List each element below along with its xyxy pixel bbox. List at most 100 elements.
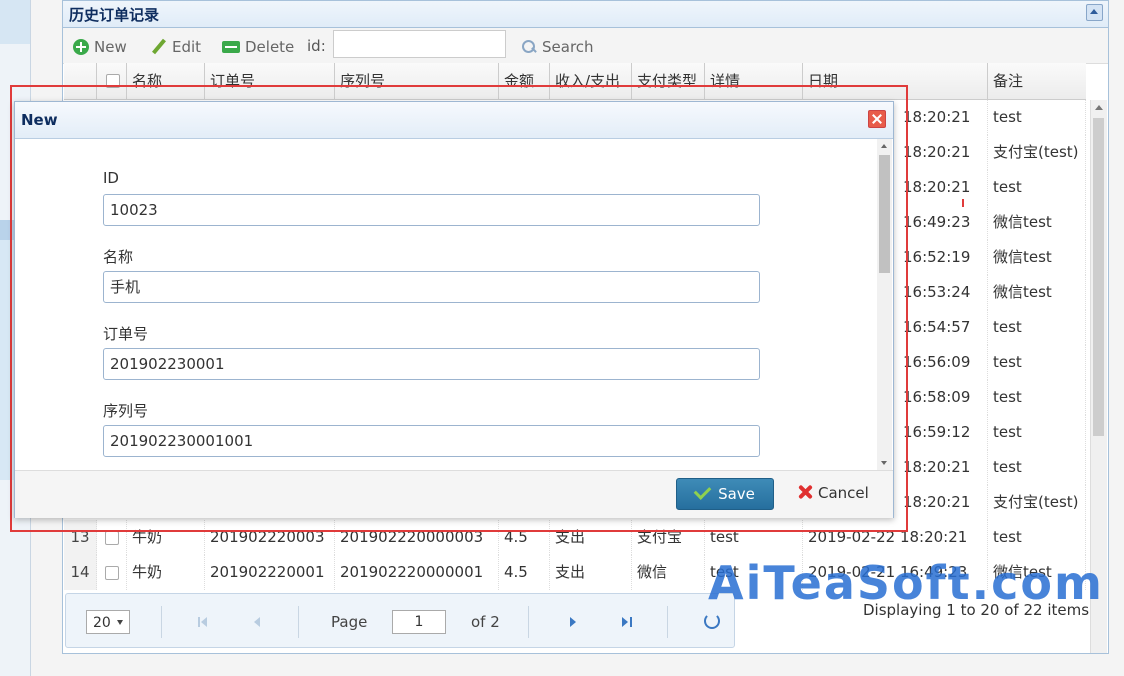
- last-page-bar: [630, 617, 632, 627]
- order-field-label: 订单号: [103, 325, 149, 343]
- id-field[interactable]: 10023: [103, 194, 760, 226]
- id-search-input[interactable]: [333, 30, 506, 58]
- order-cell: 201902220001: [205, 555, 335, 590]
- id-label: id:: [307, 37, 326, 55]
- last-page-button[interactable]: [619, 614, 635, 630]
- pager-separator: [161, 606, 162, 638]
- first-page-button[interactable]: [196, 614, 212, 630]
- time-cell: 18:20:21: [898, 450, 988, 485]
- pencil-icon: [151, 39, 167, 55]
- pay-type-cell: 微信: [632, 555, 705, 590]
- scroll-down-icon[interactable]: [881, 461, 887, 465]
- pager-separator: [667, 606, 668, 638]
- pager-separator: [298, 606, 299, 638]
- page-size-value: 20: [93, 615, 111, 631]
- time-cell: 16:59:12: [898, 415, 988, 450]
- first-page-icon: [198, 617, 200, 627]
- time-cell: 16:49:23: [898, 205, 988, 240]
- edit-label: Edit: [172, 38, 202, 56]
- scroll-up-icon[interactable]: [881, 144, 887, 148]
- toolbar: New Edit Delete Search: [63, 28, 1108, 64]
- time-cell: 16:52:19: [898, 240, 988, 275]
- cancel-label: Cancel: [818, 484, 869, 502]
- prev-page-button[interactable]: [250, 614, 266, 630]
- time-cell: 16:56:09: [898, 345, 988, 380]
- note-cell: test: [988, 380, 1086, 415]
- time-cell: 18:20:21: [898, 135, 988, 170]
- dialog-form: ID 10023 名称 手机 订单号 201902230001 序列号 2019…: [15, 139, 876, 470]
- page-number-input[interactable]: 1: [392, 610, 446, 634]
- delete-label: Delete: [245, 38, 295, 56]
- io-cell: 支出: [550, 555, 632, 590]
- name-field-label: 名称: [103, 248, 134, 266]
- prev-page-icon: [254, 617, 260, 627]
- serial-field-label: 序列号: [103, 402, 149, 420]
- dialog-scrollbar[interactable]: [877, 139, 892, 470]
- note-cell: 微信test: [988, 240, 1086, 275]
- column-header[interactable]: 备注: [988, 63, 1086, 99]
- dialog-footer: Save Cancel: [15, 470, 893, 518]
- time-cell: 16:53:24: [898, 275, 988, 310]
- scrollbar-thumb[interactable]: [879, 155, 890, 273]
- new-dialog: New ID 10023 名称 手机 订单号 201902230001 序列号 …: [14, 101, 894, 518]
- nav-block[interactable]: [0, 0, 30, 44]
- next-page-button[interactable]: [565, 614, 581, 630]
- page-count-label: of 2: [471, 613, 500, 631]
- caret-down-icon: [117, 620, 123, 625]
- order-number-field[interactable]: 201902230001: [103, 348, 760, 380]
- dialog-header: New: [15, 102, 893, 139]
- search-button[interactable]: Search: [521, 38, 594, 56]
- serial-number-field[interactable]: 201902230001001: [103, 425, 760, 457]
- check-icon: [693, 482, 712, 500]
- delete-button[interactable]: Delete: [222, 38, 294, 56]
- collapse-panel-icon[interactable]: [1086, 4, 1103, 21]
- time-cell: 18:20:21: [898, 100, 988, 135]
- name-field[interactable]: 手机: [103, 271, 760, 303]
- close-icon[interactable]: [868, 110, 886, 128]
- page-size-select[interactable]: 20: [86, 610, 130, 634]
- minus-icon: [222, 41, 240, 53]
- note-cell: 支付宝(test): [988, 135, 1086, 170]
- note-cell: test: [988, 310, 1086, 345]
- note-cell: test: [988, 520, 1086, 555]
- amount-cell: 4.5: [499, 555, 550, 590]
- first-page-arrow: [201, 617, 207, 627]
- next-page-icon: [570, 617, 576, 627]
- serial-cell: 201902220000001: [335, 555, 499, 590]
- cancel-x-icon: [796, 484, 814, 500]
- refresh-icon[interactable]: [704, 613, 720, 629]
- note-cell: 微信test: [988, 205, 1086, 240]
- note-cell: test: [988, 450, 1086, 485]
- note-cell: test: [988, 415, 1086, 450]
- id-field-label: ID: [103, 169, 119, 187]
- new-label: New: [94, 38, 127, 56]
- time-cell: 16:54:57: [898, 310, 988, 345]
- time-cell: 18:20:21: [898, 170, 988, 205]
- row-checkbox[interactable]: [105, 566, 119, 580]
- note-cell: test: [988, 100, 1086, 135]
- note-cell: 微信test: [988, 275, 1086, 310]
- cancel-button[interactable]: Cancel: [796, 484, 869, 502]
- note-cell: test: [988, 170, 1086, 205]
- save-label: Save: [718, 485, 755, 503]
- search-label: Search: [542, 38, 594, 56]
- scrollbar-thumb[interactable]: [1093, 118, 1104, 436]
- new-button[interactable]: New: [73, 38, 127, 56]
- note-cell: test: [988, 345, 1086, 380]
- panel-title: 历史订单记录: [69, 6, 160, 24]
- row-checkbox[interactable]: [105, 531, 119, 545]
- scroll-up-icon[interactable]: [1095, 105, 1103, 110]
- note-cell: 支付宝(test): [988, 485, 1086, 520]
- pager: 20 Page 1 of 2: [65, 593, 735, 648]
- save-button[interactable]: Save: [676, 478, 774, 510]
- name-cell: 牛奶: [127, 555, 205, 590]
- pager-separator: [528, 606, 529, 638]
- page-label: Page: [331, 613, 368, 631]
- panel-header: 历史订单记录: [63, 1, 1108, 28]
- plus-icon: [73, 39, 89, 55]
- last-page-icon: [622, 617, 628, 627]
- time-cell: 18:20:21: [898, 485, 988, 520]
- row-select-cell: [97, 555, 127, 590]
- edit-button[interactable]: Edit: [151, 38, 201, 56]
- dialog-title: New: [21, 111, 58, 129]
